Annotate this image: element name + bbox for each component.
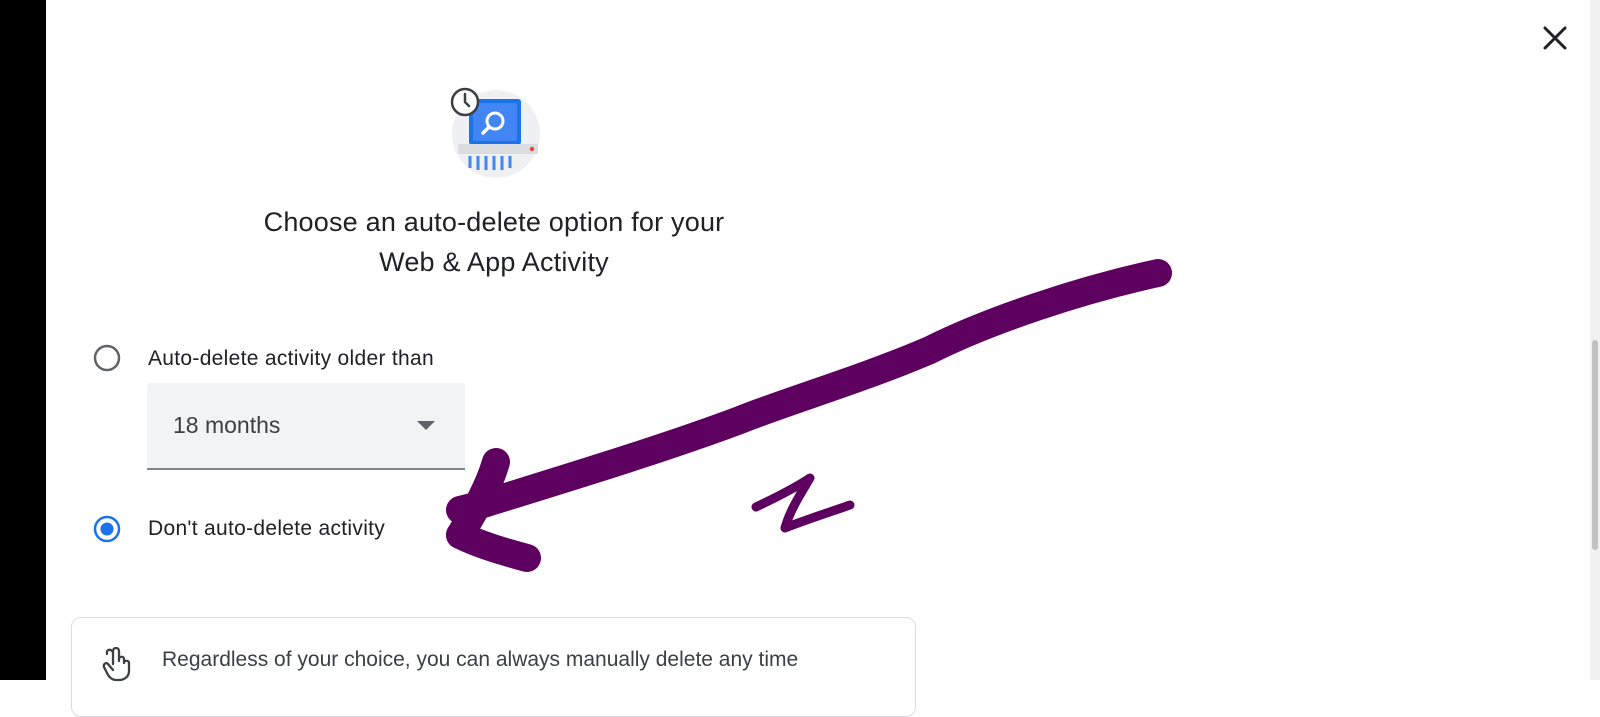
info-card: Regardless of your choice, you can alway… — [71, 617, 916, 717]
left-edge-bar — [0, 0, 46, 680]
auto-delete-radio[interactable] — [93, 344, 121, 372]
scrollbar-thumb[interactable] — [1592, 340, 1598, 550]
info-text: Regardless of your choice, you can alway… — [162, 648, 799, 671]
select-value: 18 months — [173, 412, 281, 438]
chevron-down-icon — [417, 421, 435, 430]
dialog-title: Choose an auto-delete option for your We… — [194, 202, 794, 282]
dont-auto-delete-radio[interactable] — [93, 515, 121, 543]
hand-touch-icon — [100, 644, 136, 682]
handwritten-arrow-annotation — [446, 259, 1172, 572]
auto-delete-label[interactable]: Auto-delete activity older than — [148, 347, 434, 371]
close-icon — [1543, 26, 1567, 50]
dont-auto-delete-label[interactable]: Don't auto-delete activity — [148, 517, 385, 541]
scrollbar[interactable] — [1590, 0, 1600, 680]
dialog-title-line-1: Choose an auto-delete option for your — [263, 207, 725, 237]
activity-shredder-icon — [448, 84, 544, 180]
auto-delete-period-select[interactable]: 18 months — [147, 383, 465, 470]
close-button[interactable] — [1537, 20, 1573, 56]
dialog-title-line-2: Web & App Activity — [379, 247, 609, 277]
